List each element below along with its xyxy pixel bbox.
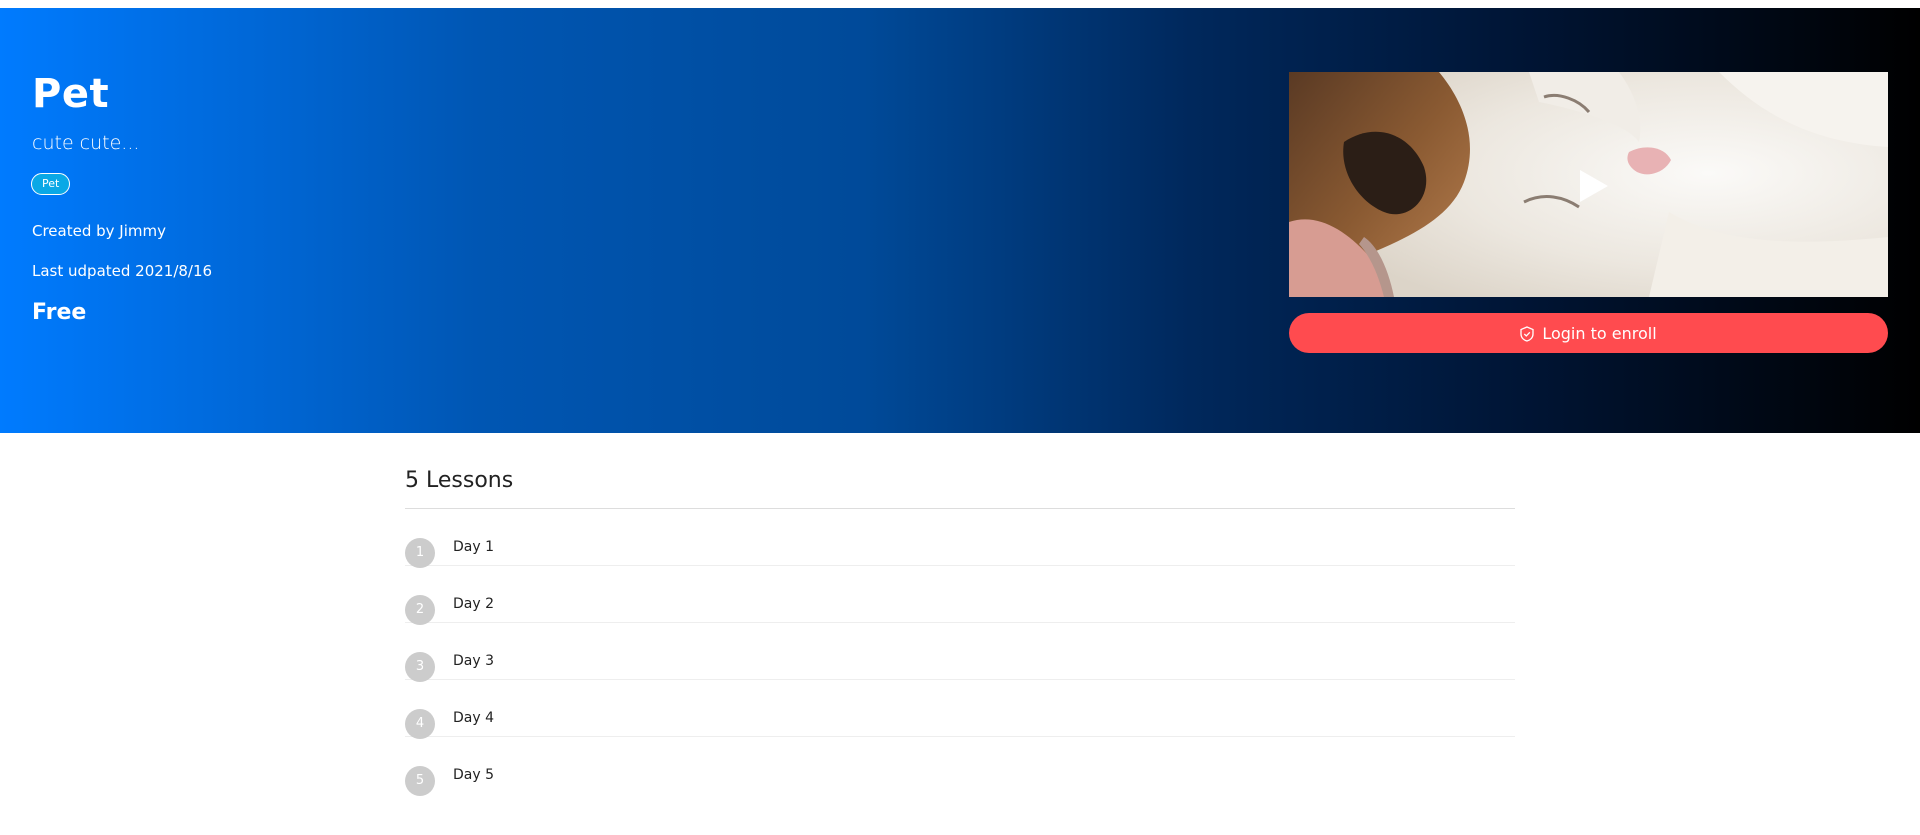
lesson-number-badge: 2 [405, 595, 435, 625]
course-subtitle: cute cute... [32, 132, 140, 154]
lesson-title[interactable]: Day 5 [453, 767, 494, 783]
lessons-section: 5 Lessons 1 Day 1 2 Day 2 3 Day 3 4 Day … [405, 462, 1515, 796]
lesson-item[interactable]: 4 Day 4 [405, 680, 1515, 739]
course-price: Free [32, 300, 87, 325]
login-to-enroll-button[interactable]: Login to enroll [1289, 313, 1888, 353]
top-strip [0, 0, 1920, 8]
shield-check-icon [1520, 326, 1534, 342]
lesson-title[interactable]: Day 4 [453, 710, 494, 726]
course-title: Pet [32, 71, 110, 117]
lesson-title[interactable]: Day 1 [453, 539, 494, 555]
category-tag[interactable]: Pet [31, 173, 71, 195]
course-author: Created by Jimmy [32, 222, 166, 240]
lesson-item[interactable]: 2 Day 2 [405, 566, 1515, 625]
lesson-number-badge: 4 [405, 709, 435, 739]
enroll-button-label: Login to enroll [1542, 323, 1657, 343]
course-hero: Pet cute cute... Pet Created by Jimmy La… [0, 8, 1920, 433]
play-icon[interactable] [1576, 168, 1610, 204]
lesson-item[interactable]: 3 Day 3 [405, 623, 1515, 682]
video-preview[interactable] [1289, 72, 1888, 297]
course-last-updated: Last udpated 2021/8/16 [32, 262, 213, 280]
lessons-heading: 5 Lessons [405, 462, 1515, 509]
lesson-number-badge: 3 [405, 652, 435, 682]
lesson-item[interactable]: 1 Day 1 [405, 509, 1515, 568]
lesson-number-badge: 5 [405, 766, 435, 796]
lesson-item[interactable]: 5 Day 5 [405, 737, 1515, 796]
lesson-title[interactable]: Day 2 [453, 596, 494, 612]
lesson-list: 1 Day 1 2 Day 2 3 Day 3 4 Day 4 5 Day 5 [405, 509, 1515, 796]
lesson-title[interactable]: Day 3 [453, 653, 494, 669]
lesson-number-badge: 1 [405, 538, 435, 568]
